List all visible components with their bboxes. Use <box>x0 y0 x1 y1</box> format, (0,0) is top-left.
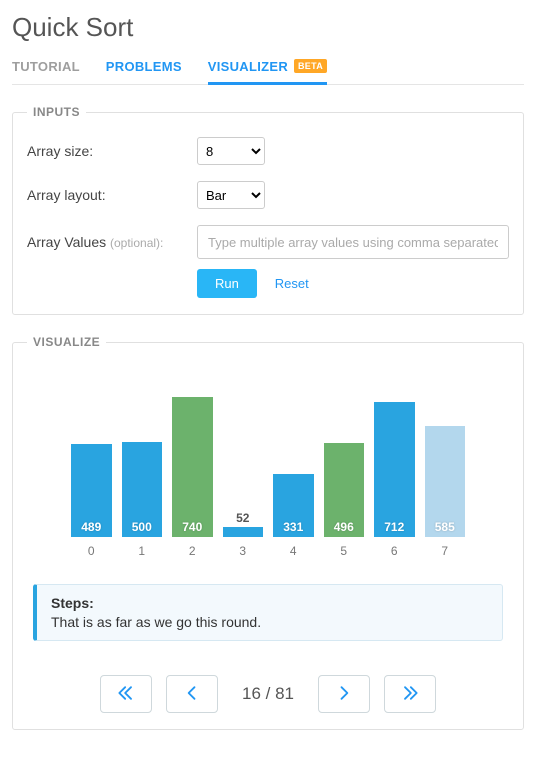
step-counter: 16 / 81 <box>232 684 304 704</box>
x-tick: 5 <box>324 544 365 558</box>
array-layout-label: Array layout: <box>27 187 197 203</box>
array-layout-select[interactable]: Bar <box>197 181 265 209</box>
bar-value-label: 489 <box>81 520 101 534</box>
bar-7: 585 <box>425 426 466 537</box>
pager: 16 / 81 <box>27 675 509 713</box>
first-button[interactable] <box>100 675 152 713</box>
page-title: Quick Sort <box>12 12 524 43</box>
double-chevron-left-icon <box>116 683 136 706</box>
bar-value-label: 331 <box>283 520 303 534</box>
chevron-right-icon <box>334 683 354 706</box>
prev-button[interactable] <box>166 675 218 713</box>
bar-6: 712 <box>374 402 415 537</box>
x-tick: 4 <box>273 544 314 558</box>
array-values-label: Array Values (optional): <box>27 234 197 250</box>
step-box: Steps: That is as far as we go this roun… <box>33 584 503 641</box>
next-button[interactable] <box>318 675 370 713</box>
tab-bar: TUTORIAL PROBLEMS VISUALIZER BETA <box>12 53 524 85</box>
x-tick: 0 <box>71 544 112 558</box>
visualize-panel: VISUALIZE 48950074052331496712585 012345… <box>12 335 524 730</box>
tab-visualizer-label: VISUALIZER <box>208 59 288 74</box>
array-size-label: Array size: <box>27 143 197 159</box>
array-values-input[interactable] <box>197 225 509 259</box>
bar-4: 331 <box>273 474 314 537</box>
tab-visualizer[interactable]: VISUALIZER BETA <box>208 53 327 84</box>
x-tick: 2 <box>172 544 213 558</box>
bar-5: 496 <box>324 443 365 537</box>
bar-1: 500 <box>122 442 163 537</box>
bar-value-label: 740 <box>182 520 202 534</box>
step-text: That is as far as we go this round. <box>51 614 488 630</box>
step-title: Steps: <box>51 595 488 611</box>
visualize-legend: VISUALIZE <box>27 335 106 349</box>
reset-button[interactable]: Reset <box>275 276 309 291</box>
bar-value-label: 52 <box>236 511 249 525</box>
bar-2: 740 <box>172 397 213 537</box>
bar-chart: 489 500 740 52 331 496 712 585 <box>41 377 495 537</box>
chevron-left-icon <box>182 683 202 706</box>
bar-value-label: 496 <box>334 520 354 534</box>
array-size-select[interactable]: 8 <box>197 137 265 165</box>
bar-value-label: 585 <box>435 520 455 534</box>
x-tick: 3 <box>223 544 264 558</box>
bar-3: 52 <box>223 527 264 537</box>
bar-value-label: 712 <box>384 520 404 534</box>
bar-chart-xaxis: 01234567 <box>41 544 495 558</box>
beta-badge: BETA <box>294 59 327 73</box>
last-button[interactable] <box>384 675 436 713</box>
x-tick: 6 <box>374 544 415 558</box>
tab-problems[interactable]: PROBLEMS <box>106 53 182 84</box>
x-tick: 7 <box>425 544 466 558</box>
double-chevron-right-icon <box>400 683 420 706</box>
tab-tutorial[interactable]: TUTORIAL <box>12 53 80 84</box>
bar-value-label: 500 <box>132 520 152 534</box>
inputs-panel: INPUTS Array size: 8 Array layout: Bar A… <box>12 105 524 315</box>
bar-0: 489 <box>71 444 112 537</box>
inputs-legend: INPUTS <box>27 105 86 119</box>
x-tick: 1 <box>122 544 163 558</box>
run-button[interactable]: Run <box>197 269 257 298</box>
